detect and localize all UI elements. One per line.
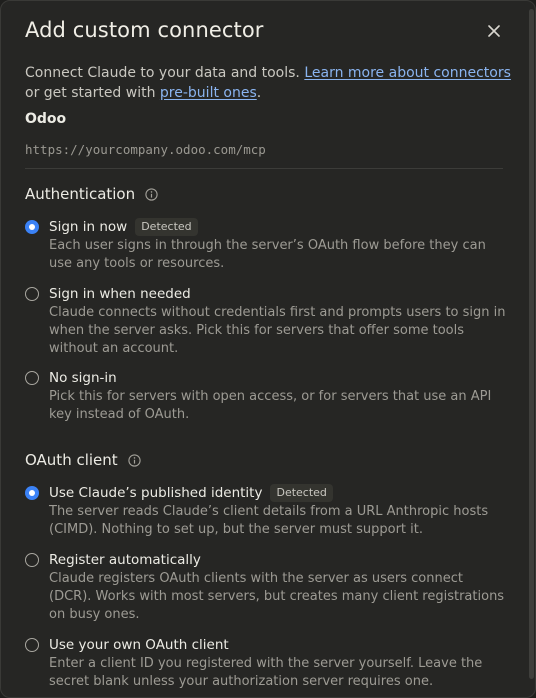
radio-button[interactable]: [25, 638, 39, 652]
option-label-text: Sign in now: [49, 219, 128, 235]
option-label: Sign in now Detected: [49, 217, 198, 237]
option-label: Sign in when needed: [49, 286, 191, 302]
oauth-option-own-client[interactable]: Use your own OAuth client Enter a client…: [25, 635, 505, 691]
scrollbar[interactable]: [529, 9, 534, 679]
auth-option-sign-in-when-needed[interactable]: Sign in when needed Claude connects with…: [25, 284, 506, 358]
intro-text: Connect Claude to your data and tools. L…: [25, 63, 515, 103]
dialog-title: Add custom connector: [25, 18, 264, 42]
option-label-text: Use Claude’s published identity: [49, 485, 263, 501]
radio-button[interactable]: [25, 371, 39, 385]
option-description: Claude registers OAuth clients with the …: [49, 571, 505, 622]
auth-option-no-sign-in[interactable]: No sign-in Pick this for servers with op…: [25, 368, 505, 424]
oauth-client-title: OAuth client: [25, 451, 118, 469]
authentication-title: Authentication: [25, 185, 136, 203]
option-description: Each user signs in through the server’s …: [49, 238, 486, 271]
detected-badge: Detected: [270, 484, 333, 502]
option-label: Use Claude’s published identity Detected: [49, 483, 333, 503]
learn-more-link[interactable]: Learn more about connectors: [304, 65, 511, 81]
radio-button[interactable]: [25, 220, 39, 234]
radio-button[interactable]: [25, 486, 39, 500]
intro-or: or get started with: [25, 85, 160, 101]
option-description: Enter a client ID you registered with th…: [49, 656, 483, 689]
option-description: Claude connects without credentials firs…: [49, 305, 506, 356]
radio-button[interactable]: [25, 287, 39, 301]
option-description: Pick this for servers with open access, …: [49, 389, 492, 422]
option-label: Use your own OAuth client: [49, 637, 229, 653]
close-button[interactable]: [484, 21, 504, 41]
oauth-option-register-automatically[interactable]: Register automatically Claude registers …: [25, 550, 505, 624]
auth-option-sign-in-now[interactable]: Sign in now Detected Each user signs in t…: [25, 217, 505, 273]
intro-lead: Connect Claude to your data and tools.: [25, 65, 305, 81]
close-icon: [488, 25, 500, 37]
option-label: Register automatically: [49, 552, 201, 568]
oauth-option-published-identity[interactable]: Use Claude’s published identity Detected …: [25, 483, 505, 539]
authentication-heading: Authentication: [25, 185, 158, 203]
oauth-client-heading: OAuth client: [25, 451, 141, 469]
info-icon[interactable]: [145, 187, 158, 201]
info-icon[interactable]: [128, 453, 141, 467]
connector-name: Odoo: [25, 111, 67, 127]
radio-button[interactable]: [25, 553, 39, 567]
option-label: No sign-in: [49, 370, 117, 386]
server-url-input[interactable]: [25, 138, 501, 160]
divider: [25, 168, 503, 169]
add-connector-dialog: Add custom connector Connect Claude to y…: [0, 0, 536, 698]
intro-period: .: [256, 85, 262, 101]
option-description: The server reads Claude’s client details…: [49, 504, 489, 537]
prebuilt-link[interactable]: pre-built ones: [160, 85, 257, 101]
detected-badge: Detected: [135, 218, 198, 236]
